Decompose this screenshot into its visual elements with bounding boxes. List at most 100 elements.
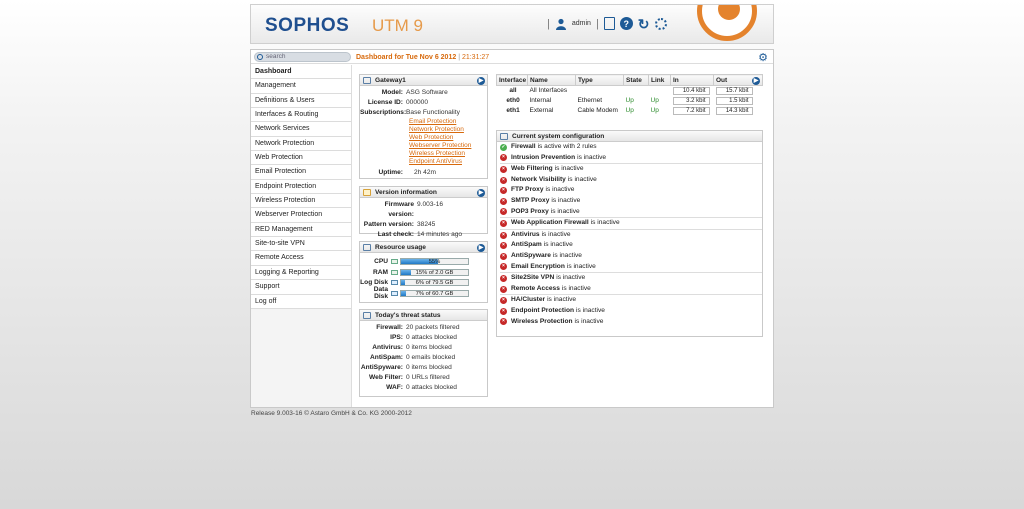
- column-header[interactable]: State: [623, 74, 649, 86]
- column-header[interactable]: Link: [648, 74, 671, 86]
- usage-text: 6% of 79.5 GB: [415, 280, 454, 287]
- threat-label: AntiSpyware:: [360, 364, 403, 371]
- expand-arrow-icon[interactable]: ▶: [752, 76, 760, 85]
- config-item[interactable]: × Intrusion Prevention is inactive: [500, 153, 762, 164]
- config-item[interactable]: × HA/Cluster is inactive: [500, 295, 762, 306]
- config-item[interactable]: × AntiSpyware is inactive: [500, 251, 762, 262]
- config-item[interactable]: × Web Filtering is inactive: [500, 164, 762, 175]
- sidebar-item-management[interactable]: Management: [251, 79, 351, 94]
- user-icon[interactable]: [555, 18, 567, 30]
- config-item-status: is inactive: [554, 165, 584, 173]
- column-header[interactable]: Interface: [496, 74, 528, 86]
- separator: |: [595, 17, 599, 30]
- status-inactive-icon: ×: [500, 297, 507, 305]
- threat-value: 0 items blocked: [406, 344, 452, 351]
- config-item-name: Remote Access: [511, 284, 560, 292]
- config-item-name: SMTP Proxy: [511, 196, 550, 204]
- column-header[interactable]: In: [670, 74, 714, 86]
- resource-row-data-disk: Data Disk 7% of 60.7 GB: [360, 286, 487, 300]
- status-inactive-icon: ×: [500, 197, 507, 205]
- config-item[interactable]: × Email Encryption is inactive: [500, 262, 762, 273]
- resource-label: Log Disk: [360, 279, 388, 287]
- threat-label: AntiSpam:: [370, 354, 403, 361]
- column-header[interactable]: Name: [527, 74, 576, 86]
- config-item[interactable]: × SMTP Proxy is inactive: [500, 196, 762, 207]
- status-inactive-icon: ×: [500, 285, 507, 293]
- subscription-link[interactable]: Email Protection: [409, 118, 487, 126]
- column-header[interactable]: Type: [575, 74, 624, 86]
- subscription-link[interactable]: Wireless Protection: [409, 150, 487, 158]
- config-header: Current system configuration: [497, 131, 762, 142]
- config-item[interactable]: × Antivirus is inactive: [500, 230, 762, 241]
- sidebar-item-endpoint-protection[interactable]: Endpoint Protection: [251, 179, 351, 195]
- column-header[interactable]: Out ▶: [713, 74, 763, 86]
- config-item[interactable]: × AntiSpam is inactive: [500, 240, 762, 251]
- expand-arrow-icon[interactable]: ▶: [477, 76, 485, 85]
- sidebar-item-dashboard[interactable]: Dashboard: [251, 65, 351, 80]
- footer-release: Release 9.003-16 © Astaro GmbH & Co. KG …: [251, 410, 412, 417]
- threat-value: 0 attacks blocked: [406, 384, 457, 391]
- threat-value: 20 packets filtered: [406, 324, 460, 331]
- out-rate: 1.5 kbit: [715, 96, 753, 105]
- iface-cell: all: [509, 87, 517, 95]
- config-item[interactable]: × Site2Site VPN is inactive: [500, 273, 762, 284]
- search-input[interactable]: search: [254, 52, 351, 62]
- threat-title: Today's threat status: [375, 312, 441, 319]
- subscription-link[interactable]: Endpoint AntiVirus: [409, 158, 487, 166]
- sidebar-item-site-to-site-vpn[interactable]: Site-to-site VPN: [251, 237, 351, 252]
- config-item-name: Endpoint Protection: [511, 306, 575, 314]
- help-icon[interactable]: ?: [619, 17, 633, 30]
- config-item[interactable]: × Wireless Protection is inactive: [500, 317, 762, 328]
- sidebar-item-remote-access[interactable]: Remote Access: [251, 251, 351, 266]
- config-item-name: Web Application Firewall: [511, 219, 589, 227]
- gear-icon[interactable]: ⚙: [758, 51, 768, 64]
- status-inactive-icon: ×: [500, 263, 507, 271]
- sidebar-item-support[interactable]: Support: [251, 280, 351, 295]
- sidebar-item-log-off[interactable]: Log off: [251, 294, 351, 309]
- config-item[interactable]: × POP3 Proxy is inactive: [500, 207, 762, 218]
- expand-arrow-icon[interactable]: ▶: [477, 188, 485, 197]
- state-cell: Up: [625, 97, 634, 104]
- subscription-link[interactable]: Web Protection: [409, 134, 487, 142]
- sidebar-item-red-management[interactable]: RED Management: [251, 222, 351, 238]
- sidebar-item-webserver-protection[interactable]: Webserver Protection: [251, 208, 351, 223]
- spinner-icon: [654, 17, 667, 30]
- type-cell: Ethernet: [577, 97, 603, 104]
- expand-arrow-icon[interactable]: ▶: [477, 243, 485, 252]
- usage-bar: 7% of 60.7 GB: [400, 289, 469, 297]
- config-group: × Web Filtering is inactive × Network Visibi…: [500, 163, 762, 217]
- sidebar-item-email-protection[interactable]: Email Protection: [251, 165, 351, 180]
- config-group: × Site2Site VPN is inactive × Remote Access i…: [500, 272, 762, 294]
- out-rate: 15.7 kbit: [715, 86, 753, 95]
- config-item[interactable]: × Network Visibility is inactive: [500, 175, 762, 186]
- config-item[interactable]: × Endpoint Protection is inactive: [500, 306, 762, 317]
- reload-icon[interactable]: ↻: [638, 17, 650, 31]
- firmware-value: 9.003-16: [417, 201, 444, 208]
- status-ok-icon: ✓: [500, 143, 507, 151]
- clock: 21:31:27: [461, 54, 490, 61]
- sidebar-item-web-protection[interactable]: Web Protection: [251, 151, 351, 166]
- sidebar-item-logging-reporting[interactable]: Logging & Reporting: [251, 265, 351, 281]
- sidebar-item-interfaces-routing[interactable]: Interfaces & Routing: [251, 108, 351, 123]
- name-cell: Internal: [529, 97, 552, 104]
- sidebar-item-network-protection[interactable]: Network Protection: [251, 136, 351, 152]
- subscription-link[interactable]: Webserver Protection: [409, 142, 487, 150]
- clipboard-icon[interactable]: [603, 17, 615, 30]
- subscription-link[interactable]: Network Protection: [409, 126, 487, 134]
- brand-emblem-icon: [697, 5, 757, 41]
- model-label: Model:: [381, 89, 403, 96]
- sidebar-item-wireless-protection[interactable]: Wireless Protection: [251, 194, 351, 209]
- license-value: 000000: [406, 99, 429, 106]
- threat-label: Web Filter:: [369, 374, 403, 381]
- sidebar-item-definitions-users[interactable]: Definitions & Users: [251, 93, 351, 109]
- sidebar-item-network-services[interactable]: Network Services: [251, 122, 351, 137]
- ram-icon: [391, 269, 398, 275]
- config-item[interactable]: × Web Application Firewall is inactive: [500, 218, 762, 229]
- config-item[interactable]: ✓ Firewall is active with 2 rules: [500, 142, 762, 153]
- threat-value: 0 URLs filtered: [406, 374, 450, 381]
- config-item-name: Firewall: [511, 143, 536, 150]
- config-item[interactable]: × Remote Access is inactive: [500, 284, 762, 295]
- config-item[interactable]: × FTP Proxy is inactive: [500, 185, 762, 196]
- username[interactable]: admin: [572, 20, 591, 27]
- iface-cell: eth0: [506, 97, 520, 104]
